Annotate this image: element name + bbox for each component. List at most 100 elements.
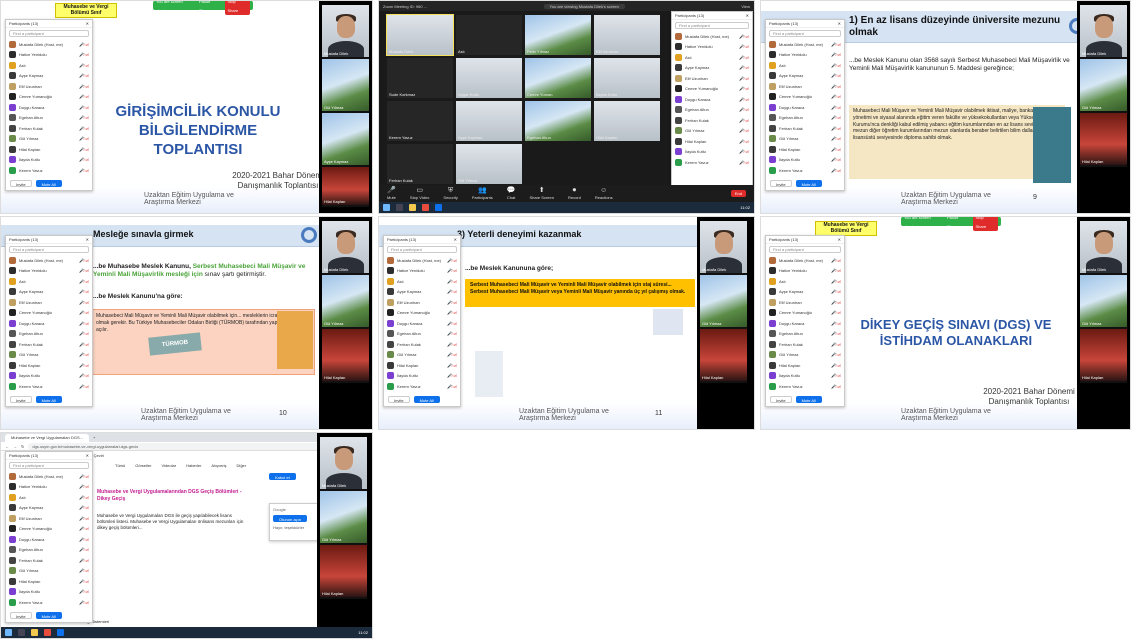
video-tile-3[interactable]: Hilal Kaplan — [700, 329, 747, 383]
participant-row[interactable]: Duygu Karaca 🎤̸ ▭̸ — [672, 94, 752, 105]
toolbar-button-participants[interactable]: 👥 Participants — [472, 187, 493, 200]
folder-icon[interactable] — [31, 629, 38, 636]
participant-row[interactable]: Hilal Kaplan 🎤̸ ▭̸ — [384, 360, 460, 371]
muted-mic-icon[interactable]: 🎤̸ ▭̸ — [79, 537, 89, 542]
close-icon[interactable]: ✕ — [838, 20, 841, 27]
close-icon[interactable]: ✕ — [86, 20, 89, 27]
muted-mic-icon[interactable]: 🎤̸ ▭̸ — [739, 128, 749, 133]
participant-row[interactable]: Kerem Yavuz 🎤̸ ▭̸ — [766, 381, 844, 392]
muted-mic-icon[interactable]: 🎤̸ ▭̸ — [447, 384, 457, 389]
muted-mic-icon[interactable]: 🎤̸ ▭̸ — [447, 363, 457, 368]
participant-row[interactable]: Duygu Karaca 🎤̸ ▭̸ — [384, 318, 460, 329]
mute-all-button[interactable]: Mute All — [35, 396, 62, 403]
muted-mic-icon[interactable]: 🎤̸ ▭̸ — [831, 352, 841, 357]
participant-row[interactable]: Hatice Yenidolu 🎤̸ ▭̸ — [766, 50, 844, 61]
participant-row[interactable]: Egehan Altun 🎤̸ ▭̸ — [6, 329, 92, 340]
participant-row[interactable]: Duygu Karaca 🎤̸ ▭̸ — [766, 318, 844, 329]
stop-share-button[interactable]: Stop Share — [972, 217, 998, 231]
participant-row[interactable]: Egehan Altun 🎤̸ ▭̸ — [6, 113, 92, 124]
close-icon[interactable]: ✕ — [86, 452, 89, 459]
gallery-video-tile[interactable]: Mustafa Dilek — [386, 14, 454, 56]
muted-mic-icon[interactable]: 🎤̸ ▭̸ — [831, 289, 841, 294]
gallery-video-tile[interactable]: Cemre Yuman — [525, 58, 591, 98]
forward-icon[interactable]: → — [13, 444, 17, 449]
participant-row[interactable]: Aslı 🎤̸ ▭̸ — [384, 276, 460, 287]
participant-row[interactable]: İlayda Kutlu 🎤̸ ▭̸ — [672, 147, 752, 158]
participant-row[interactable]: Aslı 🎤̸ ▭̸ — [672, 52, 752, 63]
video-tile-2[interactable]: Gül Yılmaz — [700, 275, 747, 329]
participant-row[interactable]: İlayda Kutlu 🎤̸ ▭̸ — [384, 371, 460, 382]
stop-share-button[interactable]: Stop Share — [224, 1, 250, 15]
browser-tab[interactable]: Muhasebe ve Vergi Uygulamaları DGS... — [5, 433, 90, 442]
invite-button[interactable]: Invite — [388, 396, 410, 403]
toolbar-button-share-screen[interactable]: ⬆ Share Screen — [529, 187, 553, 200]
muted-mic-icon[interactable]: 🎤̸ ▭̸ — [447, 342, 457, 347]
muted-mic-icon[interactable]: 🎤̸ ▭̸ — [79, 568, 89, 573]
muted-mic-icon[interactable]: 🎤̸ ▭̸ — [79, 94, 89, 99]
close-icon[interactable]: ✕ — [746, 12, 749, 19]
gallery-video-tile[interactable]: Kerem Yavuz — [387, 101, 453, 141]
muted-mic-icon[interactable]: 🎤̸ ▭̸ — [447, 258, 457, 263]
muted-mic-icon[interactable]: 🎤̸ ▭̸ — [79, 268, 89, 273]
participant-row[interactable]: Kerem Yavuz 🎤̸ ▭̸ — [6, 165, 92, 176]
invite-button[interactable]: Invite — [10, 612, 32, 619]
chrome-icon[interactable] — [422, 204, 429, 211]
muted-mic-icon[interactable]: 🎤̸ ▭̸ — [739, 55, 749, 60]
participant-row[interactable]: Hilal Kaplan 🎤̸ ▭̸ — [766, 144, 844, 155]
zoom-app-icon[interactable] — [57, 629, 64, 636]
search-icon[interactable] — [18, 629, 25, 636]
muted-mic-icon[interactable]: 🎤̸ ▭̸ — [79, 547, 89, 552]
participant-search-input[interactable]: Find a participant — [387, 246, 457, 253]
muted-mic-icon[interactable]: 🎤̸ ▭̸ — [831, 157, 841, 162]
video-tile-2[interactable]: Gül Yılmaz — [1080, 59, 1127, 113]
invite-button[interactable]: Invite — [770, 180, 792, 187]
muted-mic-icon[interactable]: 🎤̸ ▭̸ — [831, 42, 841, 47]
mute-all-button[interactable]: Mute All — [35, 612, 62, 619]
video-tile-host[interactable]: Mustafa Dilek — [700, 221, 747, 275]
muted-mic-icon[interactable]: 🎤̸ ▭̸ — [79, 147, 89, 152]
participant-row[interactable]: Cemre Yumanoğlu 🎤̸ ▭̸ — [6, 308, 92, 319]
muted-mic-icon[interactable]: 🎤̸ ▭̸ — [79, 505, 89, 510]
participant-row[interactable]: İlayda Kutlu 🎤̸ ▭̸ — [766, 155, 844, 166]
muted-mic-icon[interactable]: 🎤̸ ▭̸ — [79, 279, 89, 284]
participant-row[interactable]: Elif Uzunhan 🎤̸ ▭̸ — [6, 513, 92, 524]
participant-row[interactable]: Hatice Yenidolu 🎤̸ ▭̸ — [766, 266, 844, 277]
participant-row[interactable]: Mustafa Dilek (Host, me) 🎤̸ ▭̸ — [672, 31, 752, 42]
participant-row[interactable]: Egehan Altun 🎤̸ ▭̸ — [672, 105, 752, 116]
muted-mic-icon[interactable]: 🎤̸ ▭̸ — [831, 94, 841, 99]
mute-all-button[interactable]: Mute All — [413, 396, 440, 403]
muted-mic-icon[interactable]: 🎤̸ ▭̸ — [739, 44, 749, 49]
muted-mic-icon[interactable]: 🎤̸ ▭̸ — [447, 279, 457, 284]
muted-mic-icon[interactable]: 🎤̸ ▭̸ — [79, 136, 89, 141]
muted-mic-icon[interactable]: 🎤̸ ▭̸ — [79, 516, 89, 521]
end-meeting-button[interactable]: End — [730, 190, 746, 197]
participant-row[interactable]: Elif Uzunhan 🎤̸ ▭̸ — [384, 297, 460, 308]
muted-mic-icon[interactable]: 🎤̸ ▭̸ — [79, 115, 89, 120]
participant-row[interactable]: Hilal Kaplan 🎤̸ ▭̸ — [6, 576, 92, 587]
gallery-video-tile[interactable]: Hilal Kaplan — [594, 101, 660, 141]
gallery-video-tile[interactable]: Sude Korkmaz — [387, 58, 453, 98]
muted-mic-icon[interactable]: 🎤̸ ▭̸ — [739, 65, 749, 70]
participant-row[interactable]: Egehan Altun 🎤̸ ▭̸ — [766, 113, 844, 124]
muted-mic-icon[interactable]: 🎤̸ ▭̸ — [831, 73, 841, 78]
signin-button[interactable]: Oturum açın — [273, 515, 308, 522]
muted-mic-icon[interactable]: 🎤̸ ▭̸ — [79, 84, 89, 89]
new-tab-icon[interactable]: + — [93, 435, 95, 440]
mute-all-button[interactable]: Mute All — [795, 396, 822, 403]
muted-mic-icon[interactable]: 🎤̸ ▭̸ — [79, 484, 89, 489]
no-thanks-link[interactable]: Hayır, teşekkürler — [273, 525, 317, 530]
participant-search-input[interactable]: Find a participant — [9, 246, 89, 253]
participant-row[interactable]: Hatice Yenidolu 🎤̸ ▭̸ — [6, 266, 92, 277]
muted-mic-icon[interactable]: 🎤̸ ▭̸ — [831, 331, 841, 336]
muted-mic-icon[interactable]: 🎤̸ ▭̸ — [79, 52, 89, 57]
toolbar-button-mic[interactable]: 🎤 Mute — [387, 187, 396, 200]
toolbar-button-chat[interactable]: 💬 Chat — [507, 187, 516, 200]
participant-row[interactable]: Mustafa Dilek (Host, me) 🎤̸ ▭̸ — [6, 471, 92, 482]
close-icon[interactable]: ✕ — [86, 236, 89, 243]
participant-search-input[interactable]: Find a participant — [769, 246, 841, 253]
toolbar-button-video[interactable]: ▭ Stop Video — [410, 187, 430, 200]
muted-mic-icon[interactable]: 🎤̸ ▭̸ — [79, 42, 89, 47]
muted-mic-icon[interactable]: 🎤̸ ▭̸ — [831, 373, 841, 378]
muted-mic-icon[interactable]: 🎤̸ ▭̸ — [831, 268, 841, 273]
participant-row[interactable]: Aslı 🎤̸ ▭̸ — [766, 276, 844, 287]
